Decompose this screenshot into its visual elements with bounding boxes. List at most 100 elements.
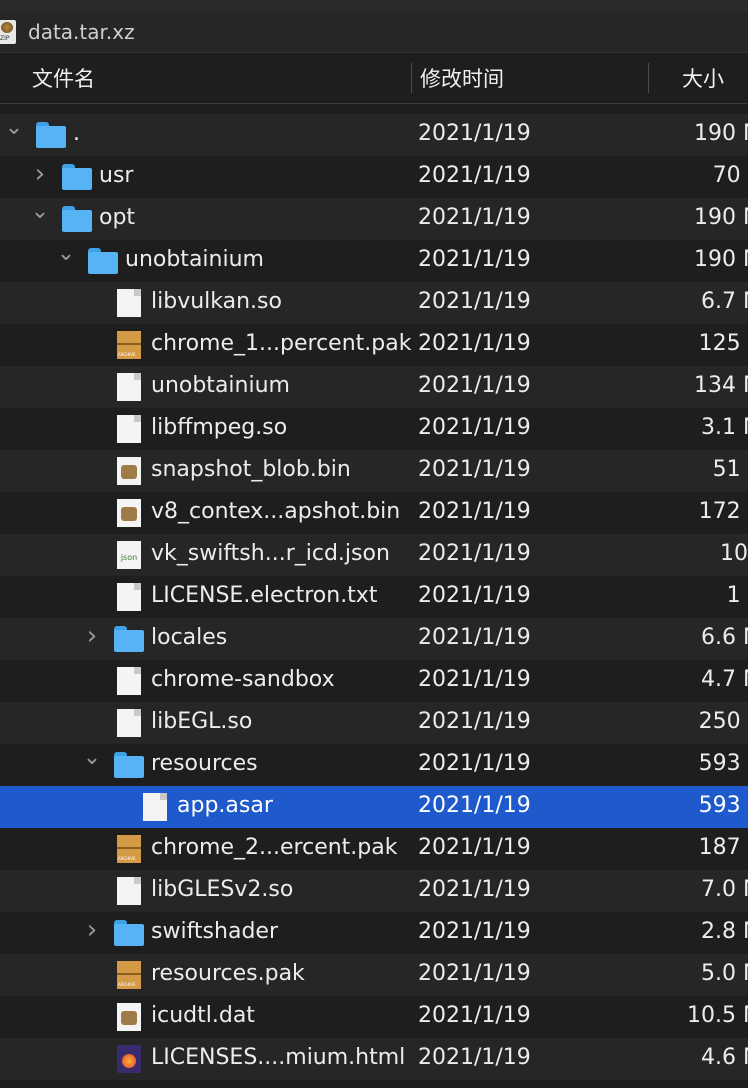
- file-size: 250 K: [698, 709, 748, 734]
- size-column-header[interactable]: 大小: [682, 63, 724, 93]
- file-size: 5.0 M: [701, 961, 748, 986]
- chevron-down-icon[interactable]: ⌄: [4, 117, 24, 139]
- chevron-right-icon[interactable]: ›: [82, 917, 102, 943]
- file-row[interactable]: ⌄ opt 2021/1/19 190 M: [0, 198, 748, 240]
- modified-date: 2021/1/19: [418, 541, 531, 566]
- modified-date: 2021/1/19: [418, 625, 531, 650]
- file-size: 3.1 M: [701, 415, 748, 440]
- modified-date: 2021/1/19: [418, 415, 531, 440]
- modified-date: 2021/1/19: [418, 961, 531, 986]
- modified-date: 2021/1/19: [418, 499, 531, 524]
- file-size: 190 M: [694, 247, 748, 272]
- file-row[interactable]: LICENSES....mium.html 2021/1/19 4.6 M: [0, 1038, 748, 1080]
- file-name: snapshot_blob.bin: [151, 457, 351, 482]
- file-row[interactable]: chrome_1...percent.pak2021/1/19 125 K: [0, 324, 748, 366]
- modified-date: 2021/1/19: [418, 1045, 531, 1070]
- date-column-header[interactable]: 修改时间: [420, 63, 504, 93]
- file-name: libGLESv2.so: [151, 877, 294, 902]
- file-row[interactable]: › swiftshader 2021/1/19 2.8 M: [0, 912, 748, 954]
- file-size: 1 K: [726, 583, 748, 608]
- file-size: 4.7 M: [701, 667, 748, 692]
- file-row[interactable]: ⌄ unobtainium 2021/1/19 190 M: [0, 240, 748, 282]
- modified-date: 2021/1/19: [418, 751, 531, 776]
- column-divider[interactable]: [648, 63, 649, 93]
- file-name: chrome_2...ercent.pak: [151, 835, 398, 860]
- file-size: 593 K: [698, 793, 748, 818]
- chevron-down-icon[interactable]: ⌄: [56, 243, 76, 265]
- chevron-right-icon[interactable]: ›: [30, 161, 50, 187]
- file-name: opt: [99, 205, 136, 230]
- column-divider[interactable]: [411, 63, 412, 93]
- file-size: 51 K: [712, 457, 748, 482]
- modified-date: 2021/1/19: [418, 121, 531, 146]
- file-size: 2.8 M: [701, 919, 748, 944]
- file-name: chrome_1...percent.pak: [151, 331, 412, 356]
- file-name: libffmpeg.so: [151, 415, 288, 440]
- file-name: LICENSES....mium.html: [151, 1045, 406, 1070]
- modified-date: 2021/1/19: [418, 247, 531, 272]
- file-row[interactable]: libvulkan.so 2021/1/19 6.7 M: [0, 282, 748, 324]
- file-row[interactable]: jsonvk_swiftsh...r_icd.json2021/1/19107: [0, 534, 748, 576]
- file-size: 10.5 M: [687, 1003, 748, 1028]
- modified-date: 2021/1/19: [418, 667, 531, 692]
- file-row[interactable]: › usr 2021/1/19 70 K: [0, 156, 748, 198]
- file-row[interactable]: libGLESv2.so 2021/1/19 7.0 M: [0, 870, 748, 912]
- file-size: 6.7 M: [701, 289, 748, 314]
- file-size: 70 K: [712, 163, 748, 188]
- file-row[interactable]: chrome-sandbox 2021/1/19 4.7 M: [0, 660, 748, 702]
- file-size: 593 K: [698, 751, 748, 776]
- file-row[interactable]: snapshot_blob.bin 2021/1/19 51 K: [0, 450, 748, 492]
- file-row-selected[interactable]: app.asar 2021/1/19 593 K: [0, 786, 748, 828]
- chevron-down-icon[interactable]: ⌄: [30, 201, 50, 223]
- file-name: locales: [151, 625, 228, 650]
- file-size: 190 M: [694, 121, 748, 146]
- modified-date: 2021/1/19: [418, 835, 531, 860]
- modified-date: 2021/1/19: [418, 793, 531, 818]
- modified-date: 2021/1/19: [418, 919, 531, 944]
- modified-date: 2021/1/19: [418, 709, 531, 734]
- column-header: 文件名 修改时间 大小: [0, 53, 748, 104]
- file-name: app.asar: [177, 793, 273, 818]
- modified-date: 2021/1/19: [418, 583, 531, 608]
- file-row[interactable]: › locales 2021/1/19 6.6 M: [0, 618, 748, 660]
- file-name: usr: [99, 163, 134, 188]
- modified-date: 2021/1/19: [418, 373, 531, 398]
- file-row[interactable]: icudtl.dat 2021/1/19 10.5 M: [0, 996, 748, 1038]
- modified-date: 2021/1/19: [418, 205, 531, 230]
- modified-date: 2021/1/19: [418, 457, 531, 482]
- file-size: 7.0 M: [701, 877, 748, 902]
- file-row[interactable]: chrome_2...ercent.pak 2021/1/19 187 K: [0, 828, 748, 870]
- file-name: libEGL.so: [151, 709, 253, 734]
- chevron-down-icon[interactable]: ⌄: [82, 747, 102, 769]
- file-row[interactable]: resources.pak 2021/1/19 5.0 M: [0, 954, 748, 996]
- modified-date: 2021/1/19: [418, 163, 531, 188]
- file-name: chrome-sandbox: [151, 667, 335, 692]
- modified-date: 2021/1/19: [418, 331, 531, 356]
- chevron-right-icon[interactable]: ›: [82, 623, 102, 649]
- file-name: libvulkan.so: [151, 289, 282, 314]
- file-size: 6.6 M: [701, 625, 748, 650]
- file-row[interactable]: LICENSE.electron.txt 2021/1/19 1 K: [0, 576, 748, 618]
- file-size: 172 K: [698, 499, 748, 524]
- file-size: 107: [720, 541, 748, 566]
- file-row[interactable]: ⌄. 2021/1/19 190 M: [0, 114, 748, 156]
- file-name: unobtainium: [125, 247, 264, 272]
- file-name: unobtainium: [151, 373, 290, 398]
- file-row[interactable]: libffmpeg.so 2021/1/19 3.1 M: [0, 408, 748, 450]
- archive-name: data.tar.xz: [28, 20, 135, 44]
- file-name: .: [73, 121, 80, 146]
- file-size: 125 K: [698, 331, 748, 356]
- file-row[interactable]: ⌄ resources 2021/1/19 593 K: [0, 744, 748, 786]
- zip-archive-icon: ZIP: [0, 20, 16, 44]
- file-name: vk_swiftsh...r_icd.json: [151, 541, 390, 566]
- file-name: v8_contex...apshot.bin: [151, 499, 401, 524]
- file-name: icudtl.dat: [151, 1003, 255, 1028]
- modified-date: 2021/1/19: [418, 289, 531, 314]
- name-column-header[interactable]: 文件名: [32, 63, 95, 93]
- file-row[interactable]: v8_contex...apshot.bin 2021/1/19 172 K: [0, 492, 748, 534]
- file-row[interactable]: unobtainium 2021/1/19 134 M: [0, 366, 748, 408]
- file-row[interactable]: libEGL.so 2021/1/19 250 K: [0, 702, 748, 744]
- archive-title-bar: ZIP data.tar.xz: [0, 12, 748, 53]
- file-name: LICENSE.electron.txt: [151, 583, 378, 608]
- file-size: 190 M: [694, 205, 748, 230]
